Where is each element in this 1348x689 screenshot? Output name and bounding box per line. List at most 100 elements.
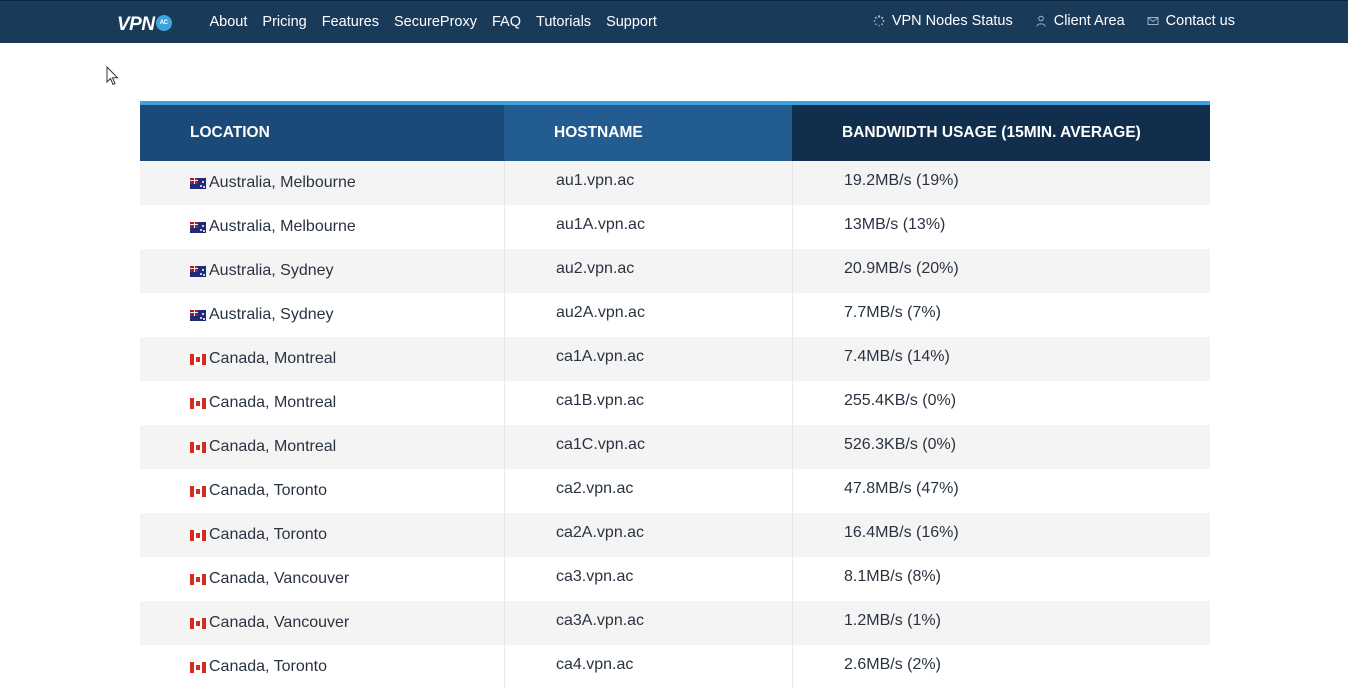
spinner-icon xyxy=(873,15,885,27)
hostname-cell: ca4.vpn.ac xyxy=(504,645,792,688)
canada-flag-icon xyxy=(190,573,206,585)
table-row: Canada, Montreal ca1A.vpn.ac 7.4MB/s (14%) xyxy=(140,337,1210,381)
canada-flag-icon xyxy=(190,529,206,541)
hostname-cell: ca3.vpn.ac xyxy=(504,557,792,600)
table-row: Canada, Montreal ca1C.vpn.ac 526.3KB/s (0%… xyxy=(140,425,1210,469)
hostname-cell: au2A.vpn.ac xyxy=(504,293,792,336)
location-cell: Canada, Montreal xyxy=(140,381,504,424)
location-text: Canada, Vancouver xyxy=(209,570,350,587)
main-nav: About Pricing Features SecureProxy FAQ T… xyxy=(202,1,664,43)
hostname-cell: au2.vpn.ac xyxy=(504,249,792,292)
bandwidth-cell: 20.9MB/s (20%) xyxy=(792,249,1210,292)
canada-flag-icon xyxy=(190,617,206,629)
vpn-nodes-status-link[interactable]: VPN Nodes Status xyxy=(873,13,1013,29)
nav-about-link[interactable]: About xyxy=(210,14,248,30)
table-header: LOCATION HOSTNAME BANDWIDTH USAGE (15MIN… xyxy=(140,105,1210,161)
location-text: Australia, Melbourne xyxy=(209,174,356,191)
hostname-cell: ca2.vpn.ac xyxy=(504,469,792,512)
vpn-ac-logo[interactable]: VPN AC xyxy=(117,14,172,36)
location-text: Canada, Montreal xyxy=(209,438,337,455)
nav-tutorials-link[interactable]: Tutorials xyxy=(536,14,591,30)
table-row: Australia, Melbourne au1.vpn.ac 19.2MB/s (… xyxy=(140,161,1210,205)
nav-support-link[interactable]: Support xyxy=(606,14,657,30)
bandwidth-cell: 7.4MB/s (14%) xyxy=(792,337,1210,380)
table-row: Canada, Toronto ca2.vpn.ac 47.8MB/s (47%) xyxy=(140,469,1210,513)
nav-faq-link[interactable]: FAQ xyxy=(492,14,521,30)
bandwidth-cell: 16.4MB/s (16%) xyxy=(792,513,1210,556)
location-text: Australia, Sydney xyxy=(209,306,334,323)
logo-text: VPN xyxy=(117,14,155,35)
nav-features-link[interactable]: Features xyxy=(322,14,379,30)
canada-flag-icon xyxy=(190,441,206,453)
secondary-nav: VPN Nodes Status Client Area Contact us xyxy=(851,1,1235,41)
table-row: Canada, Vancouver ca3.vpn.ac 8.1MB/s (8%) xyxy=(140,557,1210,601)
location-text: Canada, Montreal xyxy=(209,394,337,411)
hostname-cell: ca2A.vpn.ac xyxy=(504,513,792,556)
mouse-pointer-icon xyxy=(106,66,119,86)
envelope-icon xyxy=(1147,17,1159,25)
australia-flag-icon xyxy=(190,177,206,189)
nav-pricing-link[interactable]: Pricing xyxy=(262,14,306,30)
canada-flag-icon xyxy=(190,353,206,365)
hostname-cell: ca1A.vpn.ac xyxy=(504,337,792,380)
location-header: LOCATION xyxy=(140,105,504,161)
location-cell: Australia, Melbourne xyxy=(140,205,504,248)
contact-us-label: Contact us xyxy=(1165,13,1235,29)
australia-flag-icon xyxy=(190,309,206,321)
location-cell: Canada, Vancouver xyxy=(140,557,504,600)
location-cell: Canada, Montreal xyxy=(140,425,504,468)
top-navigation-bar: VPN AC About Pricing Features SecureProx… xyxy=(0,0,1348,43)
table-row: Canada, Toronto ca4.vpn.ac 2.6MB/s (2%) xyxy=(140,645,1210,689)
location-text: Canada, Toronto xyxy=(209,526,328,543)
table-body: Australia, Melbourne au1.vpn.ac 19.2MB/s (… xyxy=(140,161,1210,689)
location-text: Canada, Toronto xyxy=(209,658,328,675)
table-row: Canada, Vancouver ca3A.vpn.ac 1.2MB/s (1%) xyxy=(140,601,1210,645)
location-text: Australia, Melbourne xyxy=(209,218,356,235)
hostname-cell: ca3A.vpn.ac xyxy=(504,601,792,644)
table-row: Australia, Sydney au2A.vpn.ac 7.7MB/s (7%) xyxy=(140,293,1210,337)
vpn-nodes-table: LOCATION HOSTNAME BANDWIDTH USAGE (15MIN… xyxy=(140,101,1210,689)
bandwidth-cell: 19.2MB/s (19%) xyxy=(792,161,1210,204)
location-cell: Australia, Sydney xyxy=(140,249,504,292)
hostname-cell: ca1C.vpn.ac xyxy=(504,425,792,468)
location-cell: Canada, Montreal xyxy=(140,337,504,380)
bandwidth-cell: 7.7MB/s (7%) xyxy=(792,293,1210,336)
client-area-label: Client Area xyxy=(1053,13,1125,29)
canada-flag-icon xyxy=(190,661,206,673)
location-text: Canada, Vancouver xyxy=(209,614,350,631)
australia-flag-icon xyxy=(190,221,206,233)
client-area-link[interactable]: Client Area xyxy=(1035,13,1125,29)
bandwidth-cell: 526.3KB/s (0%) xyxy=(792,425,1210,468)
table-row: Australia, Sydney au2.vpn.ac 20.9MB/s (20%… xyxy=(140,249,1210,293)
location-text: Australia, Sydney xyxy=(209,262,334,279)
table-row: Canada, Montreal ca1B.vpn.ac 255.4KB/s (0%… xyxy=(140,381,1210,425)
table-row: Australia, Melbourne au1A.vpn.ac 13MB/s (1… xyxy=(140,205,1210,249)
hostname-cell: au1A.vpn.ac xyxy=(504,205,792,248)
hostname-cell: ca1B.vpn.ac xyxy=(504,381,792,424)
bandwidth-cell: 8.1MB/s (8%) xyxy=(792,557,1210,600)
nav-secureproxy-link[interactable]: SecureProxy xyxy=(394,14,477,30)
bandwidth-cell: 1.2MB/s (1%) xyxy=(792,601,1210,644)
hostname-cell: au1.vpn.ac xyxy=(504,161,792,204)
bandwidth-cell: 2.6MB/s (2%) xyxy=(792,645,1210,688)
table-row: Canada, Toronto ca2A.vpn.ac 16.4MB/s (16%) xyxy=(140,513,1210,557)
bandwidth-cell: 255.4KB/s (0%) xyxy=(792,381,1210,424)
bandwidth-cell: 47.8MB/s (47%) xyxy=(792,469,1210,512)
user-icon xyxy=(1036,15,1046,27)
location-cell: Australia, Sydney xyxy=(140,293,504,336)
location-cell: Canada, Toronto xyxy=(140,513,504,556)
location-cell: Canada, Vancouver xyxy=(140,601,504,644)
canada-flag-icon xyxy=(190,397,206,409)
location-cell: Australia, Melbourne xyxy=(140,161,504,204)
canada-flag-icon xyxy=(190,485,206,497)
australia-flag-icon xyxy=(190,265,206,277)
bandwidth-cell: 13MB/s (13%) xyxy=(792,205,1210,248)
contact-us-link[interactable]: Contact us xyxy=(1147,13,1235,29)
location-cell: Canada, Toronto xyxy=(140,645,504,688)
vpn-nodes-status-label: VPN Nodes Status xyxy=(891,13,1013,29)
bandwidth-header: BANDWIDTH USAGE (15MIN. AVERAGE) xyxy=(792,105,1210,161)
logo-badge: AC xyxy=(155,15,172,31)
location-text: Canada, Montreal xyxy=(209,350,337,367)
location-cell: Canada, Toronto xyxy=(140,469,504,512)
location-text: Canada, Toronto xyxy=(209,482,328,499)
